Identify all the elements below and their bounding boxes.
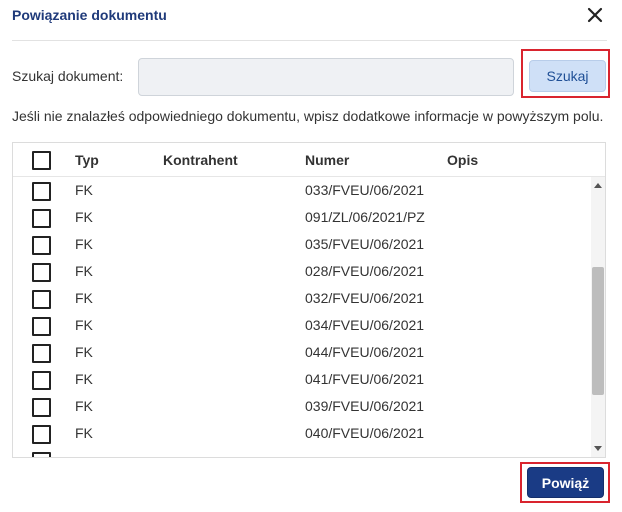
header-opis[interactable]: Opis — [447, 152, 478, 168]
scroll-up-icon[interactable] — [594, 183, 602, 188]
row-checkbox[interactable] — [32, 182, 51, 201]
cell-numer: 033/FVEU/06/2021 — [305, 182, 425, 198]
cell-numer: 032/FVEU/06/2021 — [305, 290, 425, 306]
row-checkbox[interactable] — [32, 398, 51, 417]
cell-numer: 041/FVEU/06/2021 — [305, 371, 425, 387]
cell-numer: 091/ZL/06/2021/PZ — [305, 209, 425, 225]
row-checkbox[interactable] — [32, 236, 51, 255]
link-document-dialog: Powiązanie dokumentu Szukaj dokument: Sz… — [0, 0, 622, 512]
table-row[interactable]: FK 028/FVEU/06/2021 — [13, 258, 591, 285]
row-checkbox[interactable] — [32, 425, 51, 444]
row-checkbox[interactable] — [32, 452, 51, 457]
scroll-down-icon[interactable] — [594, 446, 602, 451]
table-row[interactable]: FK 041/FVEU/06/2021 — [13, 366, 591, 393]
cell-numer: 040/FVEU/06/2021 — [305, 425, 425, 441]
table-row-partial[interactable] — [13, 447, 591, 457]
search-input[interactable] — [138, 58, 514, 96]
cell-typ: FK — [75, 290, 93, 306]
row-checkbox[interactable] — [32, 290, 51, 309]
cell-typ: FK — [75, 344, 93, 360]
header-typ[interactable]: Typ — [75, 152, 99, 168]
table-row[interactable]: FK 034/FVEU/06/2021 — [13, 312, 591, 339]
table-row[interactable]: FK 091/ZL/06/2021/PZ — [13, 204, 591, 231]
table-row[interactable]: FK 035/FVEU/06/2021 — [13, 231, 591, 258]
cell-typ: FK — [75, 317, 93, 333]
table-row[interactable]: FK 032/FVEU/06/2021 — [13, 285, 591, 312]
close-icon — [587, 7, 603, 23]
search-button[interactable]: Szukaj — [529, 60, 606, 92]
row-checkbox[interactable] — [32, 344, 51, 363]
cell-typ: FK — [75, 182, 93, 198]
table-body: FK 033/FVEU/06/2021 FK 091/ZL/06/2021/PZ… — [13, 177, 591, 457]
search-label: Szukaj dokument: — [12, 68, 124, 84]
table-row[interactable]: FK 044/FVEU/06/2021 — [13, 339, 591, 366]
cell-numer: 028/FVEU/06/2021 — [305, 263, 425, 279]
cell-typ: FK — [75, 236, 93, 252]
header-numer[interactable]: Numer — [305, 152, 349, 168]
scrollbar-thumb[interactable] — [592, 267, 604, 395]
cell-numer: 044/FVEU/06/2021 — [305, 344, 425, 360]
cell-typ: FK — [75, 398, 93, 414]
table-row[interactable]: FK 039/FVEU/06/2021 — [13, 393, 591, 420]
cell-typ: FK — [75, 263, 93, 279]
table-row[interactable]: FK 033/FVEU/06/2021 — [13, 177, 591, 204]
cell-numer: 034/FVEU/06/2021 — [305, 317, 425, 333]
close-button[interactable] — [584, 4, 606, 26]
header-divider — [12, 40, 607, 41]
info-text: Jeśli nie znalazłeś odpowiedniego dokume… — [12, 108, 604, 124]
select-all-checkbox[interactable] — [32, 151, 51, 170]
table-header: Typ Kontrahent Numer Opis — [13, 143, 605, 177]
row-checkbox[interactable] — [32, 371, 51, 390]
link-button[interactable]: Powiąż — [527, 467, 604, 498]
dialog-title: Powiązanie dokumentu — [12, 7, 167, 23]
cell-typ: FK — [75, 425, 93, 441]
header-kontrahent[interactable]: Kontrahent — [163, 152, 238, 168]
cell-typ: FK — [75, 371, 93, 387]
row-checkbox[interactable] — [32, 209, 51, 228]
row-checkbox[interactable] — [32, 263, 51, 282]
cell-numer: 039/FVEU/06/2021 — [305, 398, 425, 414]
cell-typ: FK — [75, 209, 93, 225]
row-checkbox[interactable] — [32, 317, 51, 336]
documents-table: Typ Kontrahent Numer Opis FK 033/FVEU/06… — [12, 142, 606, 458]
table-scrollbar[interactable] — [591, 177, 605, 457]
cell-numer: 035/FVEU/06/2021 — [305, 236, 425, 252]
table-row[interactable]: FK 040/FVEU/06/2021 — [13, 420, 591, 447]
